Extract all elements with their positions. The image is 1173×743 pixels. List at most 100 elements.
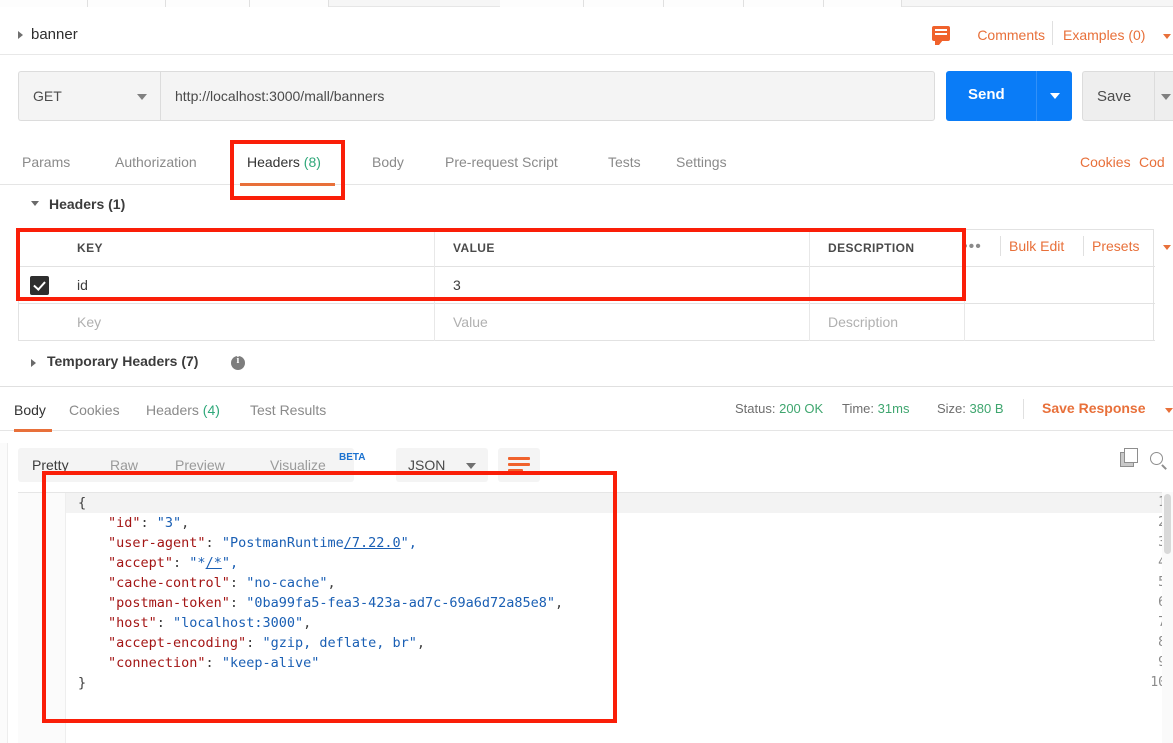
viewer-tab-pretty[interactable]: Pretty <box>32 457 69 473</box>
code-token: "keep-alive" <box>221 655 320 671</box>
cookies-link[interactable]: Cookies <box>1080 154 1131 170</box>
code-token: : <box>229 595 247 611</box>
code-token[interactable]: /7.22.0 <box>344 535 401 551</box>
viewer-tab-visualize[interactable]: Visualize <box>270 457 326 473</box>
row-description-cell[interactable] <box>810 267 965 304</box>
code-token: ", <box>221 555 239 571</box>
divider <box>1023 399 1024 419</box>
tab-strip-segment[interactable] <box>584 0 664 7</box>
bulk-edit-button[interactable]: Bulk Edit <box>1009 238 1064 254</box>
tab-strip-segment[interactable] <box>0 0 88 7</box>
request-name-bar: banner Comments Examples (0) <box>0 7 1173 55</box>
code-token: "no-cache" <box>246 575 328 591</box>
tab-pre-request-script[interactable]: Pre-request Script <box>445 154 558 170</box>
status-badge: Status: 200 OK <box>735 401 824 416</box>
tab-body[interactable]: Body <box>372 154 404 170</box>
tab-authorization[interactable]: Authorization <box>115 154 197 170</box>
http-method-select[interactable]: GET <box>18 71 160 121</box>
chevron-right-icon[interactable] <box>31 359 36 367</box>
tab-strip-segment[interactable] <box>88 0 166 7</box>
table-row[interactable]: id 3 <box>19 267 1155 304</box>
status-value: 200 OK <box>779 401 824 416</box>
tab-strip-segment[interactable] <box>166 0 250 7</box>
time-value: 31ms <box>877 401 910 416</box>
code-line: "user-agent": "PostmanRuntime/7.22.0", <box>108 535 417 551</box>
response-tab-headers[interactable]: Headers (4) <box>146 402 220 418</box>
response-format-label: JSON <box>408 457 446 473</box>
divider <box>1000 236 1001 256</box>
postman-request-window: banner Comments Examples (0) GET http://… <box>0 0 1173 743</box>
code-link[interactable]: Cod <box>1139 154 1165 170</box>
code-token: "* <box>189 555 206 571</box>
chevron-down-icon <box>466 463 476 469</box>
chevron-down-icon[interactable] <box>1165 408 1173 413</box>
copy-icon[interactable] <box>1120 448 1138 467</box>
chevron-down-icon[interactable] <box>1163 245 1171 250</box>
response-tab-test-results[interactable]: Test Results <box>250 402 326 418</box>
new-key-input[interactable]: Key <box>59 304 435 341</box>
row-checkbox-cell-empty <box>19 304 59 341</box>
tab-strip-segment[interactable] <box>824 0 902 7</box>
send-button[interactable]: Send <box>946 71 1036 121</box>
examples-button[interactable]: Examples (0) <box>1063 27 1145 43</box>
info-icon[interactable] <box>231 355 245 370</box>
table-row-empty[interactable]: Key Value Description <box>19 304 1155 341</box>
more-actions-icon[interactable]: ••• <box>962 238 982 256</box>
search-icon[interactable] <box>1150 452 1163 465</box>
tab-settings[interactable]: Settings <box>676 154 727 170</box>
send-options-dropdown[interactable] <box>1036 71 1072 121</box>
code-token: , <box>555 595 564 611</box>
chevron-down-icon <box>137 94 147 100</box>
request-name: banner <box>31 26 78 43</box>
save-button[interactable]: Save <box>1082 71 1154 121</box>
code-line: "connection": "keep-alive" <box>108 655 319 671</box>
tab-tests[interactable]: Tests <box>608 154 641 170</box>
chevron-right-icon[interactable] <box>18 31 23 39</box>
temporary-headers-label: Temporary Headers (7) <box>47 353 199 369</box>
chevron-down-icon[interactable] <box>1163 34 1171 39</box>
save-response-button[interactable]: Save Response <box>1042 400 1146 416</box>
tab-strip-segment[interactable] <box>500 0 584 7</box>
code-token: : <box>246 635 263 651</box>
row-enabled-checkbox[interactable] <box>30 276 49 295</box>
header-cell-key: KEY <box>59 230 435 267</box>
new-description-input[interactable]: Description <box>810 304 965 341</box>
divider <box>1052 21 1053 45</box>
response-format-select[interactable]: JSON <box>396 448 488 482</box>
temporary-headers-section[interactable]: Temporary Headers (7) <box>0 345 1173 383</box>
code-line: "accept": "*/*", <box>108 555 238 571</box>
tab-headers[interactable]: Headers (8) <box>247 154 321 170</box>
response-body-viewer[interactable]: 12345678910 {"id": "3","user-agent": "Po… <box>18 492 1173 743</box>
viewer-tab-raw[interactable]: Raw <box>110 457 138 473</box>
save-options-dropdown[interactable] <box>1154 71 1173 121</box>
line-number-gutter <box>18 493 66 743</box>
row-key-cell[interactable]: id <box>59 267 435 304</box>
code-token: "accept-encoding" <box>108 635 247 651</box>
tab-strip-segment[interactable] <box>250 0 329 7</box>
tab-strip-segment[interactable] <box>744 0 824 7</box>
new-value-input[interactable]: Value <box>435 304 810 341</box>
code-token[interactable]: /* <box>206 555 222 571</box>
comments-button[interactable]: Comments <box>977 27 1045 43</box>
word-wrap-icon[interactable] <box>498 448 540 482</box>
response-tab-cookies[interactable]: Cookies <box>69 402 120 418</box>
http-method-label: GET <box>33 88 62 104</box>
tab-params[interactable]: Params <box>22 154 70 170</box>
comments-icon[interactable] <box>932 26 950 45</box>
row-value-cell[interactable]: 3 <box>435 267 810 304</box>
code-line: "host": "localhost:3000", <box>108 615 311 631</box>
response-tab-body[interactable]: Body <box>14 402 46 418</box>
new-description-placeholder: Description <box>828 314 899 330</box>
scrollbar-thumb[interactable] <box>1164 494 1171 554</box>
viewer-tab-preview[interactable]: Preview <box>175 457 225 473</box>
response-scrollbar[interactable] <box>1162 492 1173 743</box>
size-value: 380 B <box>969 401 1004 416</box>
chevron-down-icon[interactable] <box>31 201 39 206</box>
url-input[interactable]: http://localhost:3000/mall/banners <box>160 71 935 121</box>
size-badge: Size: 380 B <box>937 401 1004 416</box>
tab-strip-segment[interactable] <box>664 0 744 7</box>
headers-section-title: Headers (1) <box>49 196 126 212</box>
row-value-value: 3 <box>453 277 461 293</box>
code-token: : <box>173 555 190 571</box>
presets-button[interactable]: Presets <box>1092 238 1139 254</box>
